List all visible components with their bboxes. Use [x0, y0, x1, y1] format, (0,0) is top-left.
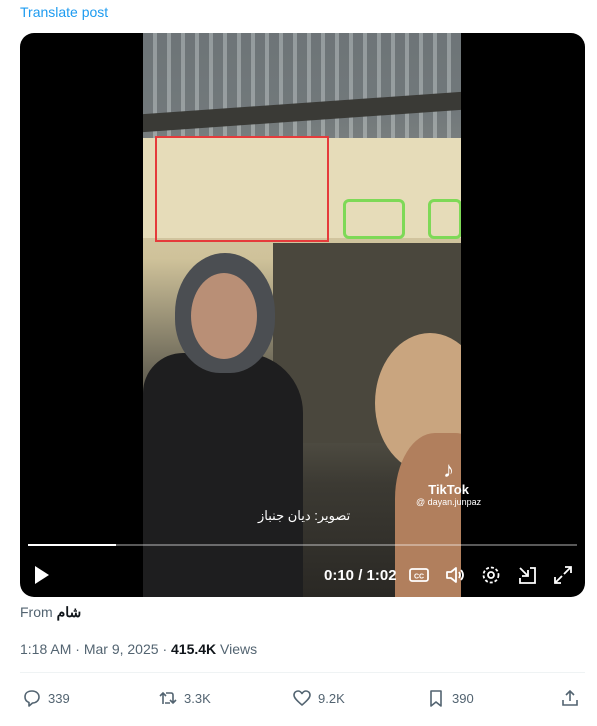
video-controls: 0:10 / 1:02 CC: [20, 557, 585, 593]
bookmark-icon: [430, 690, 442, 707]
reply-button[interactable]: 339: [22, 688, 70, 708]
green-annotation-box: [428, 199, 461, 239]
green-annotation-box: [343, 199, 405, 239]
share-button[interactable]: [560, 688, 580, 708]
red-annotation-box: [155, 136, 329, 242]
post-metadata: 1:18 AM · Mar 9, 2025 · 415.4K Views: [20, 641, 258, 657]
source-link[interactable]: شام: [57, 604, 82, 620]
post-actions: 339 3.3K 9.2K 390: [20, 686, 585, 712]
reply-icon: [24, 690, 40, 707]
post-time[interactable]: 1:18 AM: [20, 641, 71, 657]
tiktok-icon: ♪: [443, 457, 455, 482]
video-caption: تصوير: ديان جنباز: [258, 508, 351, 523]
divider: [20, 672, 585, 673]
repost-icon: [159, 691, 177, 705]
video-progress-bar[interactable]: [28, 544, 577, 546]
closed-captions-icon[interactable]: CC: [408, 564, 430, 586]
post-date[interactable]: Mar 9, 2025: [84, 641, 159, 657]
play-icon[interactable]: [33, 565, 51, 585]
bookmark-button[interactable]: 390: [426, 688, 474, 708]
video-time: 0:10 / 1:02: [324, 567, 397, 584]
settings-gear-icon[interactable]: [480, 564, 502, 586]
repost-button[interactable]: 3.3K: [158, 688, 211, 708]
volume-icon[interactable]: [444, 564, 466, 586]
heart-icon: [293, 690, 311, 706]
picture-in-picture-icon[interactable]: [516, 564, 538, 586]
tiktok-watermark: ♪ TikTok @ dayan.junpaz: [416, 457, 482, 508]
svg-text:CC: CC: [414, 574, 424, 581]
like-button[interactable]: 9.2K: [292, 688, 345, 708]
share-icon: [562, 689, 578, 706]
views-count: 415.4K: [171, 641, 217, 657]
fullscreen-icon[interactable]: [552, 564, 574, 586]
source-attribution: From شام: [20, 604, 82, 620]
video-player[interactable]: ♪ TikTok @ dayan.junpaz تصوير: ديان جنبا…: [20, 33, 585, 597]
translate-post-link[interactable]: Translate post: [20, 4, 108, 20]
video-progress-fill: [28, 544, 116, 546]
